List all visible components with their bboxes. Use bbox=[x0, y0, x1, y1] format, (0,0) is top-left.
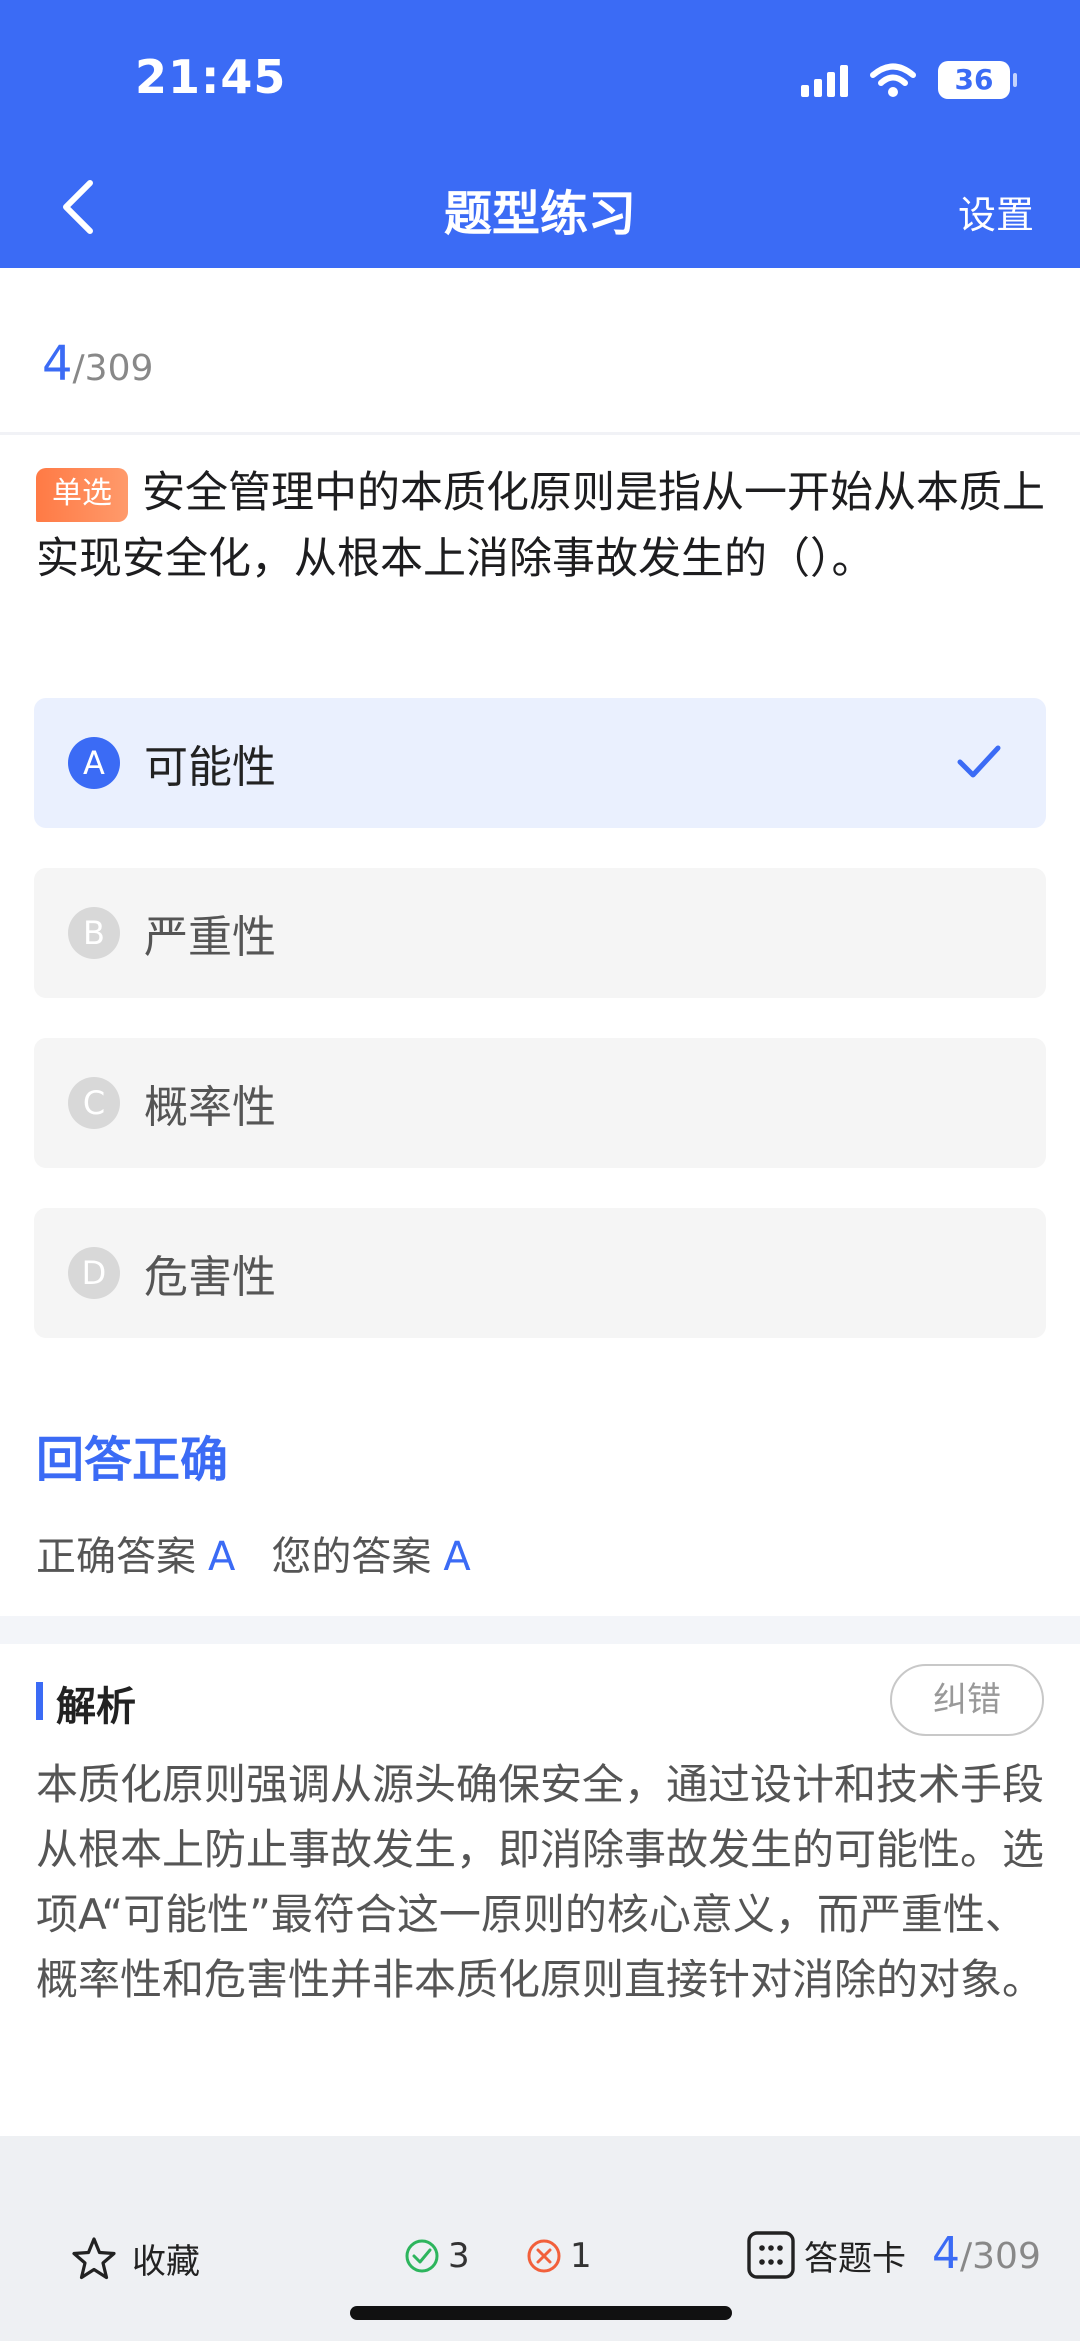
analysis-accent-bar bbox=[36, 1682, 43, 1720]
right-count-value: 3 bbox=[448, 2236, 470, 2276]
favorite-button[interactable]: 收藏 bbox=[70, 2234, 200, 2283]
analysis-text: 本质化原则强调从源头确保安全，通过设计和技术手段从根本上防止事故发生，即消除事故… bbox=[36, 1760, 1045, 2004]
grid-icon bbox=[747, 2231, 795, 2279]
answer-card-button[interactable]: 答题卡 bbox=[746, 2230, 906, 2280]
header: 21:45 36 题型练习 设置 bbox=[0, 0, 1080, 268]
answer-summary: 正确答案 A 您的答案 A bbox=[36, 1524, 507, 1582]
x-circle-icon bbox=[527, 2239, 561, 2273]
wrong-count: 1 bbox=[526, 2236, 592, 2276]
question: 单选 安全管理中的本质化原则是指从一开始从本质上实现安全化，从根本上消除事故发生的… bbox=[36, 460, 1046, 592]
your-answer-label: 您的答案 bbox=[271, 1534, 432, 1580]
status-time: 21:45 bbox=[135, 50, 287, 104]
star-icon bbox=[72, 2236, 116, 2279]
answer-card-label: 答题卡 bbox=[804, 2238, 906, 2279]
wrong-count-value: 1 bbox=[570, 2236, 592, 2276]
option-c[interactable]: C 概率性 bbox=[34, 1038, 1046, 1168]
page-title: 题型练习 bbox=[443, 186, 636, 242]
bottom-progress-total: /309 bbox=[960, 2236, 1041, 2277]
analysis-title: 解析 bbox=[56, 1684, 136, 1730]
bottom-progress: 4/309 bbox=[932, 2228, 1041, 2279]
option-b[interactable]: B 严重性 bbox=[34, 868, 1046, 998]
option-text: 可能性 bbox=[144, 742, 276, 793]
right-count: 3 bbox=[404, 2236, 470, 2276]
signal-icon bbox=[801, 63, 848, 97]
your-answer-value: A bbox=[443, 1534, 471, 1580]
question-progress: 4/309 bbox=[42, 336, 153, 392]
option-a[interactable]: A 可能性 bbox=[34, 698, 1046, 828]
bottom-progress-current: 4 bbox=[932, 2228, 960, 2279]
battery-icon: 36 bbox=[938, 61, 1017, 99]
check-circle-icon bbox=[405, 2239, 439, 2273]
progress-total: /309 bbox=[72, 348, 154, 389]
options-list: A 可能性 B 严重性 C 概率性 D 危害性 bbox=[34, 698, 1046, 1378]
option-d[interactable]: D 危害性 bbox=[34, 1208, 1046, 1338]
option-text: 危害性 bbox=[144, 1252, 276, 1303]
check-icon bbox=[957, 745, 1001, 778]
report-error-button[interactable]: 纠错 bbox=[890, 1664, 1044, 1736]
progress-current: 4 bbox=[42, 336, 73, 392]
correct-answer-label: 正确答案 bbox=[36, 1534, 196, 1580]
option-letter: C bbox=[68, 1077, 120, 1129]
home-indicator bbox=[350, 2306, 732, 2320]
divider bbox=[0, 432, 1080, 435]
wifi-icon bbox=[870, 63, 916, 97]
option-letter: A bbox=[68, 737, 120, 789]
status-icons: 36 bbox=[801, 58, 1017, 102]
question-type-tag: 单选 bbox=[36, 468, 128, 522]
section-divider bbox=[0, 1616, 1080, 1644]
option-text: 严重性 bbox=[144, 912, 276, 963]
status-bar: 21:45 36 bbox=[0, 0, 1080, 160]
option-text: 概率性 bbox=[144, 1082, 276, 1133]
option-letter: D bbox=[68, 1247, 120, 1299]
favorite-label: 收藏 bbox=[132, 2242, 200, 2282]
correct-answer-value: A bbox=[208, 1534, 236, 1580]
option-letter: B bbox=[68, 907, 120, 959]
result-title: 回答正确 bbox=[36, 1432, 229, 1488]
settings-button[interactable]: 设置 bbox=[958, 184, 1034, 239]
question-text: 安全管理中的本质化原则是指从一开始从本质上实现安全化，从根本上消除事故发生的（）… bbox=[36, 468, 1045, 584]
